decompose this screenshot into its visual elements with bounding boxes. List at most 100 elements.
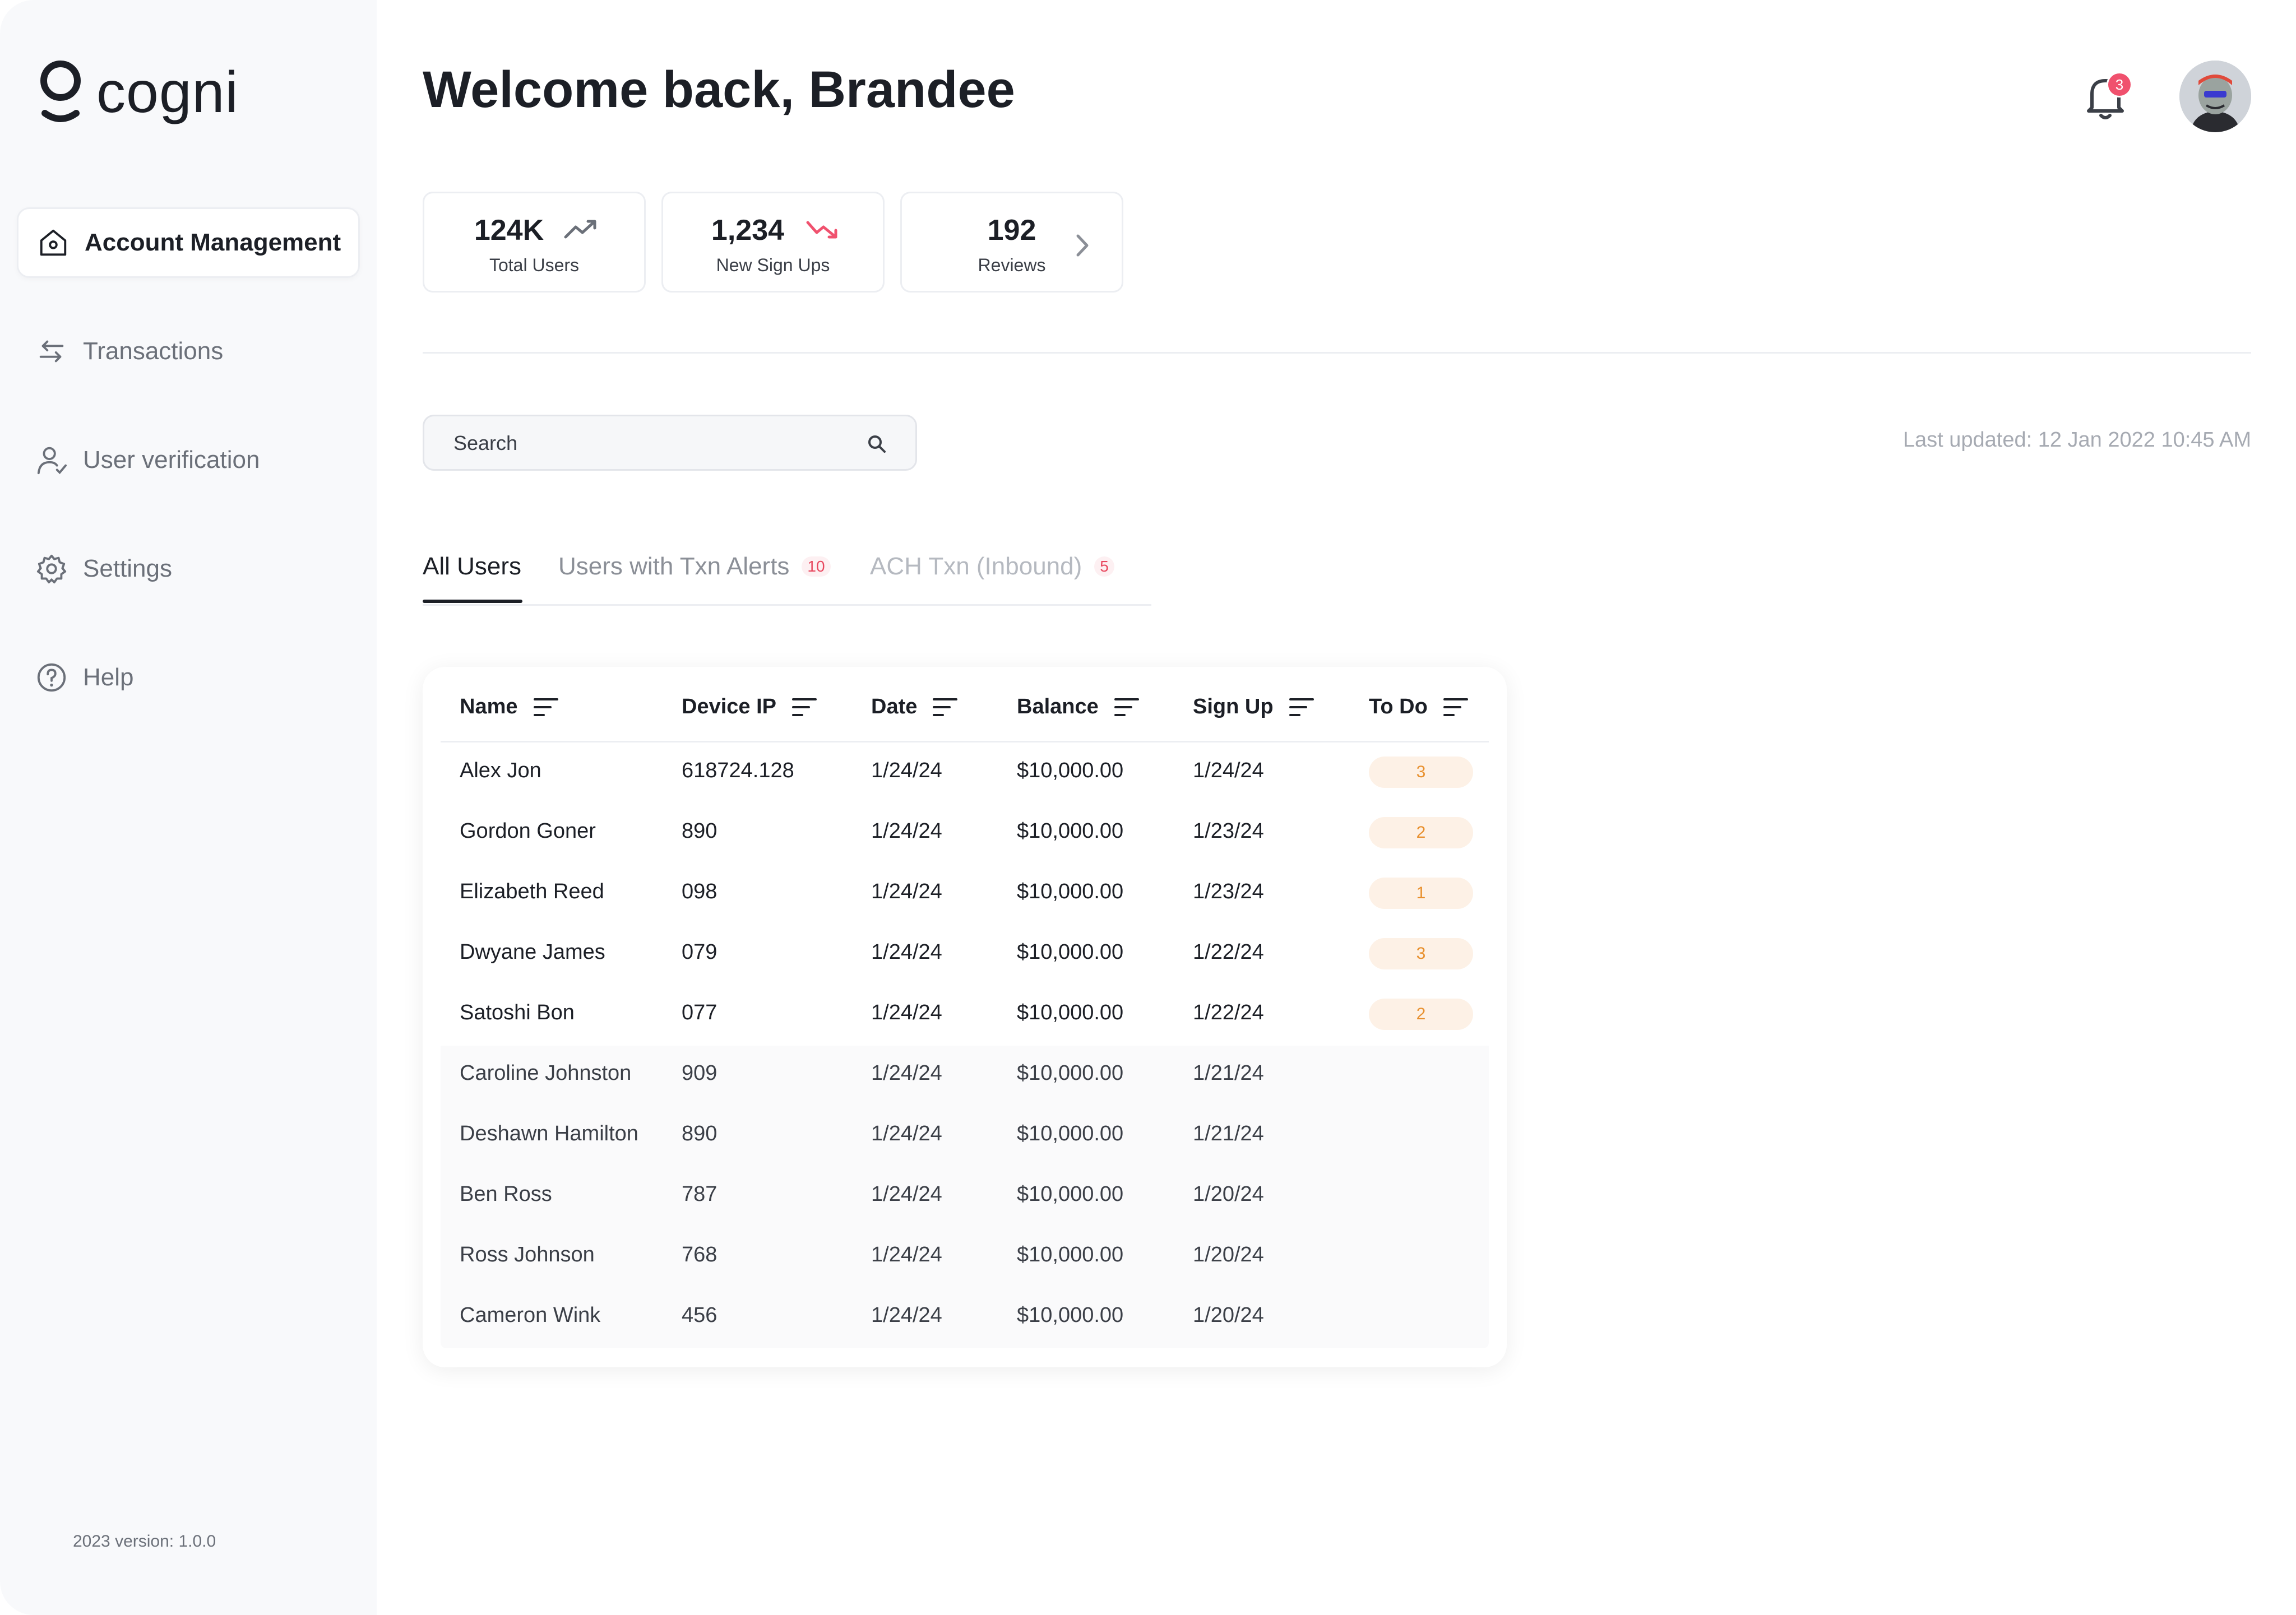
stat-label: Reviews [978,255,1046,275]
cell-name: Satoshi Bon [460,1001,575,1024]
cell-date: 1/24/24 [871,880,942,903]
cell-sign-up: 1/21/24 [1193,1122,1264,1145]
cell-date: 1/24/24 [871,940,942,964]
sort-icon[interactable] [1113,696,1140,718]
stat-value: 1,234 [711,214,785,247]
cell-device-ip: 890 [682,819,718,843]
logo-text: cogni [96,59,239,125]
swap-arrows-icon [35,335,68,368]
sidebar-item-transactions[interactable]: Transactions [17,316,360,387]
cell-device-ip: 618724.128 [682,759,794,782]
cell-date: 1/24/24 [871,1061,942,1085]
column-header-date[interactable]: Date [871,695,959,719]
sidebar-item-label: Account Management [85,229,341,256]
user-check-icon [35,443,68,477]
column-header-name[interactable]: Name [460,695,559,719]
table-row[interactable]: Alex Jon 618724.128 1/24/24 $10,000.00 1… [423,742,1507,802]
cell-balance: $10,000.00 [1017,940,1124,964]
tab-all-users[interactable]: All Users [423,553,521,581]
version-label: 2023 version: 1.0.0 [73,1532,216,1551]
tab-users-with-txn-alerts[interactable]: Users with Txn Alerts 10 [558,553,831,581]
cell-date: 1/24/24 [871,1182,942,1206]
cell-balance: $10,000.00 [1017,1001,1124,1024]
todo-badge[interactable]: 2 [1369,817,1473,848]
stat-card-new-sign-ups[interactable]: 1,234 New Sign Ups [661,192,885,293]
cell-name: Elizabeth Reed [460,880,604,903]
table-row[interactable]: Gordon Goner 890 1/24/24 $10,000.00 1/23… [423,802,1507,863]
cell-date: 1/24/24 [871,1303,942,1327]
todo-badge[interactable]: 1 [1369,878,1473,909]
cell-sign-up: 1/23/24 [1193,819,1264,843]
sidebar-item-label: User verification [83,446,260,474]
cell-device-ip: 456 [682,1303,718,1327]
trend-down-icon [806,221,837,239]
cell-name: Alex Jon [460,759,541,782]
column-header-to-do[interactable]: To Do [1369,695,1469,719]
cell-name: Cameron Wink [460,1303,601,1327]
home-icon [36,226,70,259]
todo-badge[interactable]: 2 [1369,999,1473,1030]
sidebar-item-label: Settings [83,555,172,582]
tab-ach-txn-inbound[interactable]: ACH Txn (Inbound) 5 [870,553,1114,581]
table-row[interactable]: Ben Ross 787 1/24/24 $10,000.00 1/20/24 [423,1166,1507,1226]
stat-label: New Sign Ups [716,255,830,275]
last-updated-text: Last updated: 12 Jan 2022 10:45 AM [1902,428,2251,452]
cell-device-ip: 077 [682,1001,718,1024]
avatar[interactable] [2179,61,2251,132]
cogni-logo[interactable]: cogni [38,56,239,129]
cell-sign-up: 1/20/24 [1193,1243,1264,1266]
section-divider [423,352,2251,354]
table-row[interactable]: Satoshi Bon 077 1/24/24 $10,000.00 1/22/… [423,984,1507,1045]
cell-balance: $10,000.00 [1017,880,1124,903]
cell-device-ip: 787 [682,1182,718,1206]
sort-icon[interactable] [932,696,959,718]
cell-date: 1/24/24 [871,1122,942,1145]
sidebar-item-account-management[interactable]: Account Management [17,207,360,278]
notification-badge: 3 [2107,72,2132,98]
cell-device-ip: 909 [682,1061,718,1085]
tab-bar: All Users Users with Txn Alerts 10 ACH T… [423,544,1151,606]
todo-badge[interactable]: 3 [1369,757,1473,788]
cell-sign-up: 1/23/24 [1193,880,1264,903]
trend-up-icon [564,220,596,239]
todo-badge[interactable]: 3 [1369,938,1473,969]
sort-icon[interactable] [791,696,818,718]
cell-name: Deshawn Hamilton [460,1122,638,1145]
stat-label: Total Users [489,255,580,275]
table-row[interactable]: Elizabeth Reed 098 1/24/24 $10,000.00 1/… [423,863,1507,923]
cell-name: Ross Johnson [460,1243,595,1266]
table-row[interactable]: Dwyane James 079 1/24/24 $10,000.00 1/22… [423,923,1507,984]
cell-balance: $10,000.00 [1017,1122,1124,1145]
tab-label: Users with Txn Alerts [558,553,790,580]
search-icon[interactable] [866,433,887,454]
stat-card-reviews[interactable]: 192 Reviews [900,192,1123,293]
table-row[interactable]: Cameron Wink 456 1/24/24 $10,000.00 1/20… [423,1287,1507,1347]
cell-name: Caroline Johnston [460,1061,632,1085]
tab-label: All Users [423,553,522,580]
tab-label: ACH Txn (Inbound) [870,553,1082,580]
column-header-balance[interactable]: Balance [1017,695,1140,719]
sidebar-item-help[interactable]: Help [17,642,360,713]
sort-icon[interactable] [1442,696,1469,718]
stat-value: 124K [474,214,544,247]
cell-sign-up: 1/20/24 [1193,1303,1264,1327]
table-row[interactable]: Ross Johnson 768 1/24/24 $10,000.00 1/20… [423,1226,1507,1287]
cell-device-ip: 098 [682,880,718,903]
table-row[interactable]: Deshawn Hamilton 890 1/24/24 $10,000.00 … [423,1105,1507,1166]
column-header-device-ip[interactable]: Device IP [682,695,818,719]
table-row[interactable]: Caroline Johnston 909 1/24/24 $10,000.00… [423,1045,1507,1105]
search-input[interactable] [452,429,847,458]
app-window: cogni Account Management Transactions Us… [0,0,2296,1615]
search-box[interactable] [423,415,917,471]
column-header-sign-up[interactable]: Sign Up [1193,695,1315,719]
sidebar-item-label: Help [83,663,134,691]
sort-icon[interactable] [1288,696,1315,718]
stat-card-total-users[interactable]: 124K Total Users [423,192,646,293]
cell-sign-up: 1/24/24 [1193,759,1264,782]
sort-icon[interactable] [533,696,559,718]
sidebar-item-user-verification[interactable]: User verification [17,425,360,495]
tab-count-badge: 10 [802,556,831,577]
cell-balance: $10,000.00 [1017,819,1124,843]
sidebar-item-settings[interactable]: Settings [17,533,360,604]
cell-device-ip: 768 [682,1243,718,1266]
